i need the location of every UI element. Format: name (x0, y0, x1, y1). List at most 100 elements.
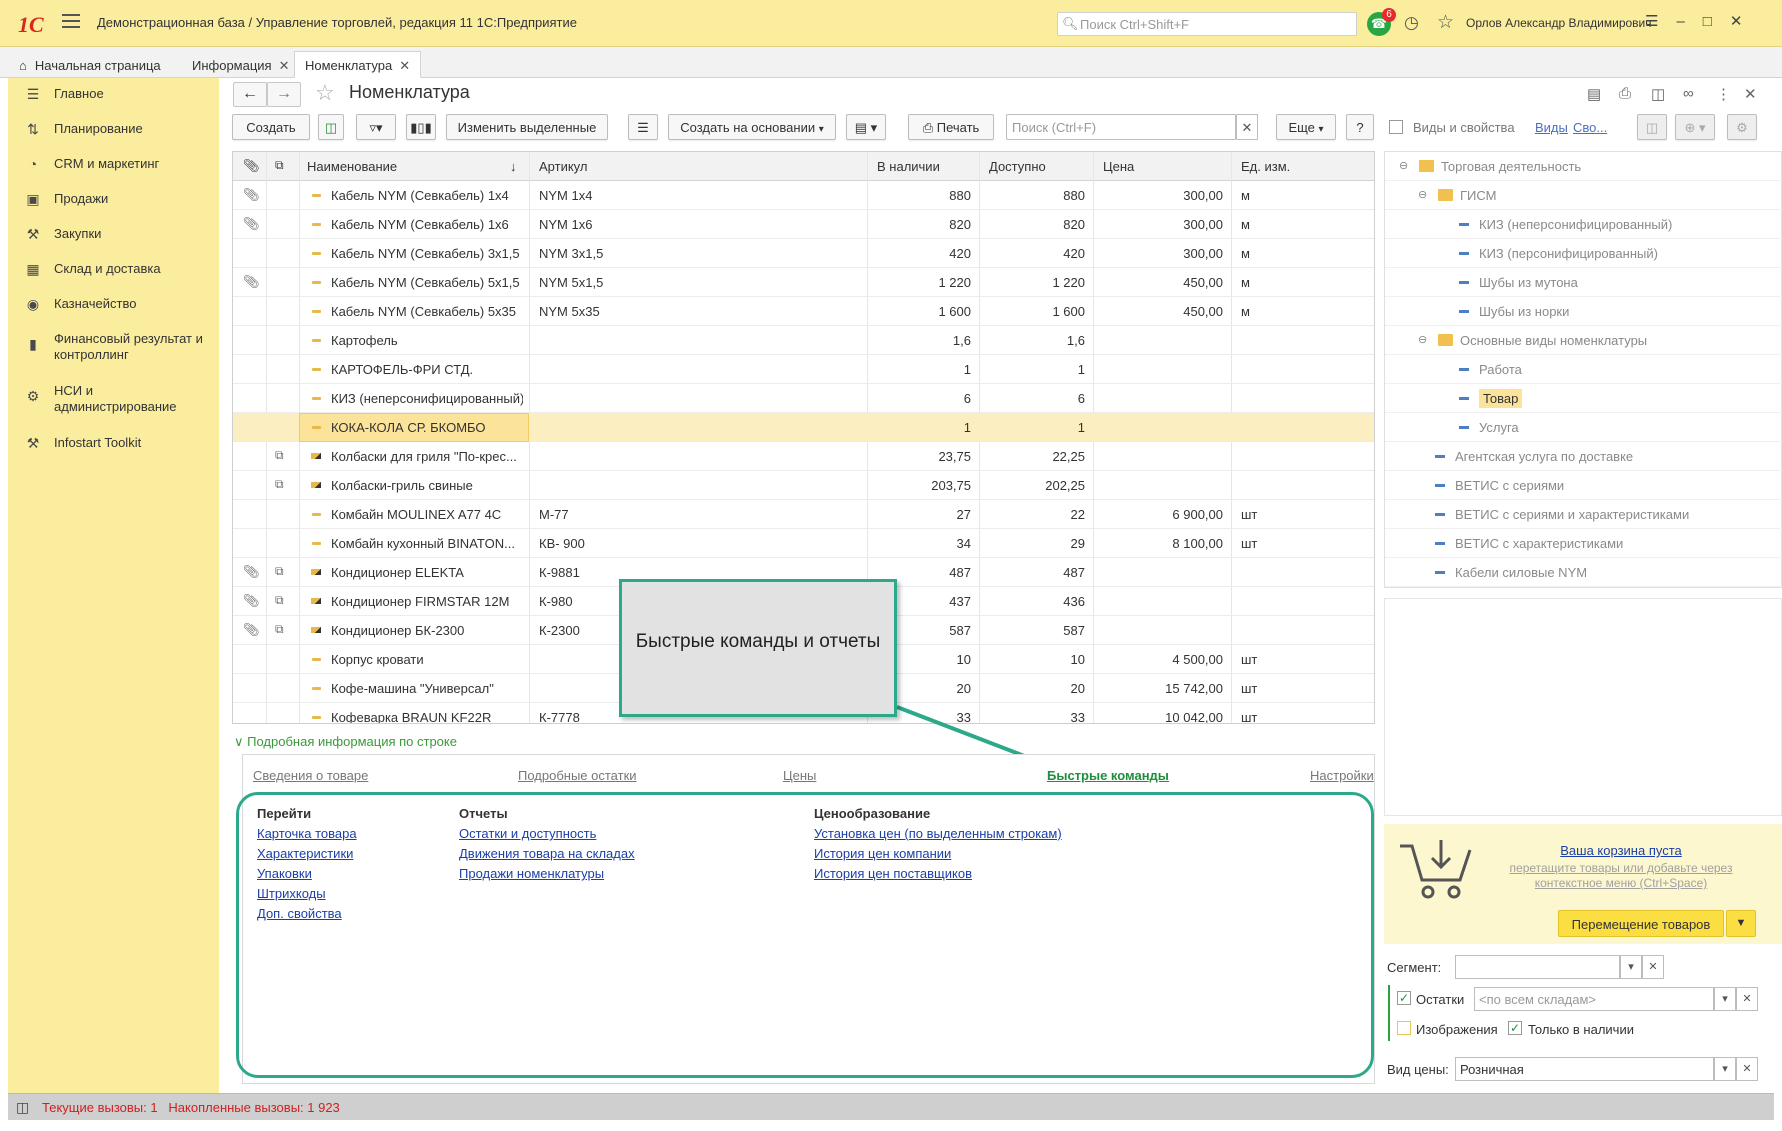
tree-node[interactable]: Работа (1385, 355, 1782, 384)
tree-node-label: Основные виды номенклатуры (1460, 333, 1648, 348)
callout-box: Быстрые команды и отчеты (619, 579, 897, 717)
only-available-label: Только в наличии (1528, 1022, 1634, 1037)
group-reports-title: Отчеты (459, 806, 508, 821)
props-link[interactable]: Сво... (1573, 120, 1607, 135)
tree-node[interactable]: ВЕТИС с сериями (1385, 471, 1782, 500)
kind-icon (1435, 484, 1445, 487)
tree-node[interactable]: КИЗ (персонифицированный) (1385, 239, 1782, 268)
copy-kind-button[interactable]: ◫ (1637, 114, 1667, 140)
collapse-icon[interactable]: ⊖ (1418, 188, 1427, 201)
tree-node[interactable]: Товар (1385, 384, 1782, 413)
kind-icon (1459, 310, 1469, 313)
tab-prices[interactable]: Цены (783, 768, 816, 783)
kind-icon (1459, 223, 1469, 226)
move-goods-button[interactable]: Перемещение товаров (1558, 910, 1724, 937)
add-circle-icon: ⊕ ▾ (1684, 120, 1706, 135)
stock-checkbox[interactable]: ✓ (1397, 991, 1411, 1005)
empty-cart-icon (1400, 840, 1472, 899)
segment-clear-icon[interactable]: ✕ (1642, 955, 1664, 979)
price-type-dropdown-icon[interactable]: ▾ (1714, 1057, 1736, 1081)
cart-hint: перетащите товары или добавьте через кон… (1509, 861, 1733, 890)
status-text: Текущие вызовы: 1 Накопленные вызовы: 1 … (42, 1100, 340, 1115)
tree-node[interactable]: ⊖ Основные виды номенклатуры (1385, 326, 1782, 355)
tree-node[interactable]: ВЕТИС с характеристиками (1385, 529, 1782, 558)
link-extra-props[interactable]: Доп. свойства (257, 906, 342, 921)
kind-icon (1435, 542, 1445, 545)
tab-settings[interactable]: Настройки (1310, 768, 1374, 783)
tree-node-label: Работа (1479, 362, 1522, 377)
monitor-icon[interactable]: ◫ (16, 1099, 29, 1116)
chevron-down-icon: ▼ (1735, 917, 1747, 929)
add-kind-button[interactable]: ⊕ ▾ (1675, 114, 1715, 140)
link-company-price-history[interactable]: История цен компании (814, 846, 951, 861)
only-available-checkbox[interactable]: ✓ (1508, 1021, 1522, 1035)
tab-detailed-stock[interactable]: Подробные остатки (518, 768, 637, 783)
kinds-settings-button[interactable]: ⚙ (1727, 114, 1757, 140)
link-stock-availability[interactable]: Остатки и доступность (459, 826, 596, 841)
properties-panel (1384, 598, 1782, 816)
group-pricing-title: Ценообразование (814, 806, 931, 821)
tree-node-label: Услуга (1479, 420, 1519, 435)
kind-icon (1435, 571, 1445, 574)
tree-node[interactable]: Шубы из норки (1385, 297, 1782, 326)
kind-icon (1459, 426, 1469, 429)
tab-product-info[interactable]: Сведения о товаре (253, 768, 368, 783)
tree-node-label: ВЕТИС с сериями и характеристиками (1455, 507, 1690, 522)
warehouse-clear-icon[interactable]: ✕ (1736, 987, 1758, 1011)
link-set-prices[interactable]: Установка цен (по выделенным строкам) (814, 826, 1062, 841)
kind-icon (1459, 252, 1469, 255)
filter-group-marker (1388, 985, 1390, 1041)
tree-node[interactable]: КИЗ (неперсонифицированный) (1385, 210, 1782, 239)
tree-node-label: Торговая деятельность (1441, 159, 1582, 174)
tree-node[interactable]: Услуга (1385, 413, 1782, 442)
folder-icon (1438, 189, 1453, 201)
kinds-link[interactable]: Виды (1535, 120, 1568, 135)
kinds-tree[interactable]: ⊖ Торговая деятельность ⊖ ГИСМ КИЗ (неперсон… (1384, 151, 1782, 588)
collapse-icon[interactable]: ⊖ (1418, 333, 1427, 346)
warehouse-dropdown-icon[interactable]: ▾ (1714, 987, 1736, 1011)
group-goto-title: Перейти (257, 806, 312, 821)
kinds-checkbox[interactable] (1389, 120, 1403, 134)
price-type-clear-icon[interactable]: ✕ (1736, 1057, 1758, 1081)
tab-quick-commands[interactable]: Быстрые команды (1047, 768, 1169, 783)
link-goods-movement[interactable]: Движения товара на складах (459, 846, 635, 861)
tree-node-label: ВЕТИС с сериями (1455, 478, 1565, 493)
stock-label: Остатки (1416, 992, 1465, 1007)
tree-node-label: Шубы из мутона (1479, 275, 1578, 290)
tree-node-label: КИЗ (персонифицированный) (1479, 246, 1658, 261)
price-type-field[interactable]: Розничная (1455, 1057, 1714, 1081)
link-characteristics[interactable]: Характеристики (257, 846, 353, 861)
gear-icon: ⚙ (1736, 120, 1748, 135)
images-checkbox[interactable] (1397, 1021, 1411, 1035)
kind-icon (1459, 368, 1469, 371)
kinds-header: Виды и свойства (1413, 120, 1515, 135)
link-product-card[interactable]: Карточка товара (257, 826, 357, 841)
tree-node[interactable]: ⊖ ГИСМ (1385, 181, 1782, 210)
link-packages[interactable]: Упаковки (257, 866, 312, 881)
tree-node-label: Агентская услуга по доставке (1455, 449, 1634, 464)
chevron-down-icon: ∨ (234, 734, 244, 749)
tree-node-label: ВЕТИС с характеристиками (1455, 536, 1624, 551)
segment-dropdown-icon[interactable]: ▾ (1620, 955, 1642, 979)
tree-node-label: Товар (1479, 389, 1523, 408)
folder-icon (1438, 334, 1453, 346)
link-sales[interactable]: Продажи номенклатуры (459, 866, 604, 881)
move-goods-dropdown[interactable]: ▼ (1726, 910, 1756, 937)
tree-node[interactable]: ⊖ Торговая деятельность (1385, 152, 1782, 181)
tree-node[interactable]: Шубы из мутона (1385, 268, 1782, 297)
copy-icon: ◫ (1645, 120, 1659, 135)
tree-node[interactable]: Агентская услуга по доставке (1385, 442, 1782, 471)
price-type-label: Вид цены: (1387, 1062, 1449, 1077)
link-supplier-price-history[interactable]: История цен поставщиков (814, 866, 972, 881)
kind-icon (1435, 513, 1445, 516)
tree-node-label: Кабели силовые NYM (1455, 565, 1588, 580)
link-barcodes[interactable]: Штрихкоды (257, 886, 326, 901)
cart-empty-message[interactable]: Ваша корзина пуста (1496, 843, 1746, 858)
segment-label: Сегмент: (1387, 960, 1442, 975)
detail-toggle[interactable]: ∨ Подробная информация по строке (234, 734, 457, 750)
warehouse-field[interactable]: <по всем складам> (1474, 987, 1714, 1011)
tree-node[interactable]: ВЕТИС с сериями и характеристиками (1385, 500, 1782, 529)
collapse-icon[interactable]: ⊖ (1399, 159, 1408, 172)
segment-field[interactable] (1455, 955, 1620, 979)
tree-node[interactable]: Кабели силовые NYM (1385, 558, 1782, 587)
